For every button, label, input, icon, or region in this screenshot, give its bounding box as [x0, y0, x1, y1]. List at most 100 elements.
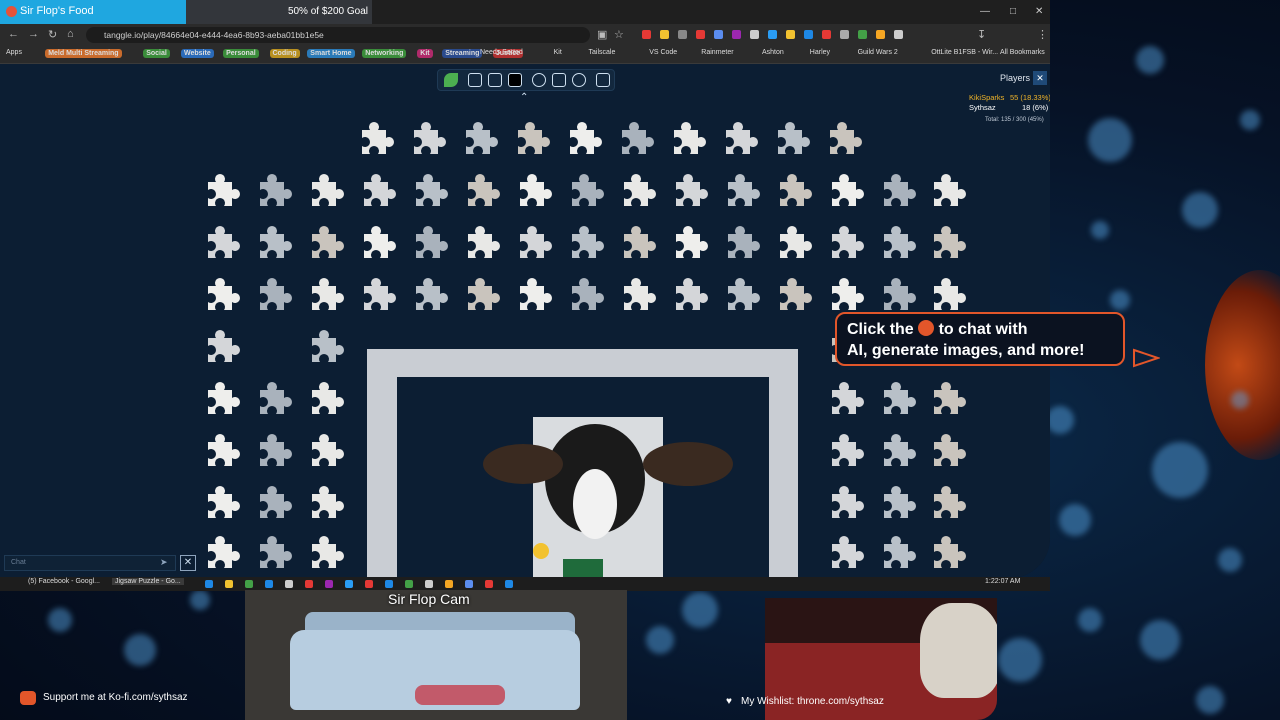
- puzzle-piece[interactable]: [562, 224, 606, 268]
- players-icon[interactable]: [532, 73, 546, 87]
- puzzle-piece[interactable]: [562, 172, 606, 216]
- puzzle-piece[interactable]: [302, 172, 346, 216]
- puzzle-piece[interactable]: [250, 534, 294, 578]
- puzzle-piece[interactable]: [406, 224, 450, 268]
- send-icon[interactable]: ➤: [160, 557, 168, 568]
- puzzle-piece[interactable]: [822, 484, 866, 528]
- puzzle-piece[interactable]: [768, 120, 812, 164]
- puzzle-piece[interactable]: [250, 172, 294, 216]
- puzzle-piece[interactable]: [458, 276, 502, 320]
- puzzle-piece[interactable]: [198, 380, 242, 424]
- taskbar-app-icon[interactable]: [245, 580, 253, 588]
- puzzle-piece[interactable]: [924, 432, 968, 476]
- puzzle-piece[interactable]: [874, 484, 918, 528]
- menu-icon[interactable]: ⋮: [1037, 28, 1048, 41]
- bookmark-star-icon[interactable]: ☆: [614, 28, 624, 41]
- home-icon[interactable]: ⌂: [67, 28, 74, 40]
- puzzle-piece[interactable]: [770, 276, 814, 320]
- fullscreen-icon[interactable]: [596, 73, 610, 87]
- puzzle-piece[interactable]: [302, 328, 346, 372]
- puzzle-piece[interactable]: [614, 224, 658, 268]
- download-icon[interactable]: ↧: [977, 28, 986, 41]
- bookmark-item[interactable]: Kit: [417, 49, 433, 58]
- collapse-toolbar-icon[interactable]: ⌃: [520, 92, 528, 103]
- settings-icon[interactable]: [572, 73, 586, 87]
- puzzle-piece[interactable]: [458, 172, 502, 216]
- puzzle-piece[interactable]: [508, 120, 552, 164]
- bookmark-item[interactable]: Guild Wars 2: [858, 49, 898, 56]
- taskbar-app-icon[interactable]: [305, 580, 313, 588]
- taskbar-app-icon[interactable]: [485, 580, 493, 588]
- bookmark-item[interactable]: Website: [181, 49, 214, 58]
- extension-icon[interactable]: [894, 30, 903, 39]
- taskbar-app-icon[interactable]: [205, 580, 213, 588]
- puzzle-piece[interactable]: [302, 276, 346, 320]
- puzzle-piece[interactable]: [198, 328, 242, 372]
- extension-icon[interactable]: [660, 30, 669, 39]
- puzzle-piece[interactable]: [924, 484, 968, 528]
- puzzle-piece[interactable]: [924, 224, 968, 268]
- extension-icon[interactable]: [822, 30, 831, 39]
- puzzle-piece[interactable]: [510, 224, 554, 268]
- puzzle-piece[interactable]: [302, 380, 346, 424]
- puzzle-piece[interactable]: [924, 172, 968, 216]
- bookmark-item[interactable]: OttLite B1FSB - Wir...: [931, 49, 998, 56]
- puzzle-piece[interactable]: [354, 172, 398, 216]
- taskbar-app-icon[interactable]: [345, 580, 353, 588]
- background-color-icon[interactable]: [508, 73, 522, 87]
- taskbar-app-icon[interactable]: [505, 580, 513, 588]
- bookmark-item[interactable]: Kit: [554, 49, 562, 56]
- puzzle-piece[interactable]: [352, 120, 396, 164]
- image-preview-icon[interactable]: [488, 73, 502, 87]
- extension-icon[interactable]: [804, 30, 813, 39]
- chat-input[interactable]: Chat: [4, 555, 176, 571]
- taskbar-app-icon[interactable]: [385, 580, 393, 588]
- taskbar-app-icon[interactable]: [225, 580, 233, 588]
- bookmark-item[interactable]: Coding: [269, 49, 300, 58]
- bookmark-item[interactable]: Social: [143, 49, 170, 58]
- puzzle-piece[interactable]: [822, 380, 866, 424]
- puzzle-piece-icon[interactable]: [468, 73, 482, 87]
- share-icon[interactable]: [552, 73, 566, 87]
- puzzle-piece[interactable]: [354, 224, 398, 268]
- taskbar-app-icon[interactable]: [365, 580, 373, 588]
- puzzle-piece[interactable]: [874, 172, 918, 216]
- close-chat-icon[interactable]: ✕: [180, 555, 196, 571]
- puzzle-piece[interactable]: [560, 120, 604, 164]
- extension-icon[interactable]: [714, 30, 723, 39]
- puzzle-piece[interactable]: [664, 120, 708, 164]
- puzzle-piece[interactable]: [666, 172, 710, 216]
- puzzle-piece[interactable]: [458, 224, 502, 268]
- close-players-icon[interactable]: ✕: [1033, 71, 1047, 85]
- puzzle-piece[interactable]: [666, 224, 710, 268]
- puzzle-piece[interactable]: [614, 172, 658, 216]
- puzzle-piece[interactable]: [198, 484, 242, 528]
- puzzle-piece[interactable]: [302, 432, 346, 476]
- puzzle-piece[interactable]: [302, 484, 346, 528]
- puzzle-piece[interactable]: [250, 484, 294, 528]
- puzzle-piece[interactable]: [874, 534, 918, 578]
- bookmark-item[interactable]: Needs Sorted: [480, 49, 523, 56]
- taskbar-app-icon[interactable]: [425, 580, 433, 588]
- bookmark-item[interactable]: Rainmeter: [701, 49, 733, 56]
- bookmark-item[interactable]: All Bookmarks: [1000, 49, 1045, 56]
- extension-icon[interactable]: [768, 30, 777, 39]
- bookmark-item[interactable]: Apps: [6, 49, 22, 56]
- puzzle-piece[interactable]: [562, 276, 606, 320]
- taskbar-app-icon[interactable]: [285, 580, 293, 588]
- extension-icon[interactable]: [696, 30, 705, 39]
- puzzle-piece[interactable]: [718, 276, 762, 320]
- puzzle-piece[interactable]: [510, 172, 554, 216]
- bookmark-item[interactable]: Personal: [223, 49, 259, 58]
- puzzle-piece[interactable]: [666, 276, 710, 320]
- close-window-icon[interactable]: ✕: [1035, 6, 1043, 17]
- puzzle-piece[interactable]: [198, 224, 242, 268]
- puzzle-piece[interactable]: [250, 432, 294, 476]
- reload-icon[interactable]: ↻: [48, 28, 57, 41]
- maximize-icon[interactable]: □: [1010, 6, 1016, 17]
- taskbar-app-icon[interactable]: [465, 580, 473, 588]
- taskbar-app-icon[interactable]: [405, 580, 413, 588]
- extension-icon[interactable]: [678, 30, 687, 39]
- puzzle-piece[interactable]: [510, 276, 554, 320]
- bookmark-item[interactable]: Networking: [362, 49, 407, 58]
